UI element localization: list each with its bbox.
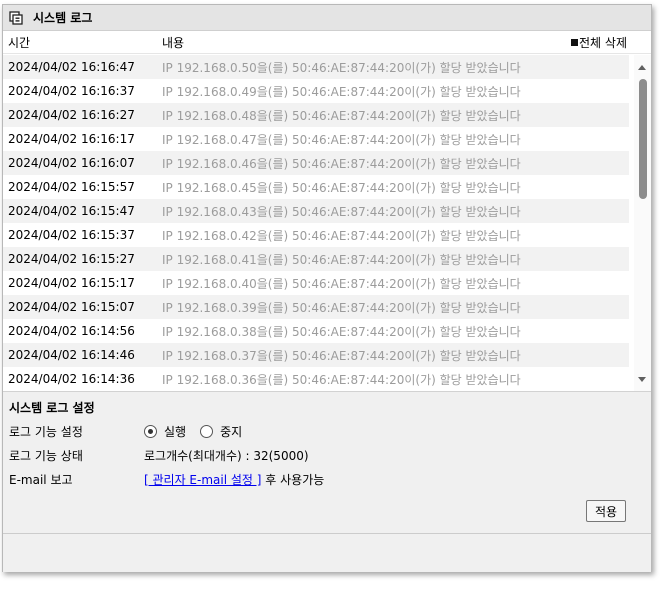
window-stack-icon — [9, 10, 23, 25]
log-time: 2024/04/02 16:15:27 — [8, 252, 135, 266]
scrollbar-thumb[interactable] — [639, 79, 647, 199]
window-title: 시스템 로그 — [33, 11, 93, 25]
log-rows: 2024/04/02 16:16:47 IP 192.168.0.50을(를) 5… — [3, 55, 629, 391]
log-row: 2024/04/02 16:16:17 IP 192.168.0.47을(를) 5… — [3, 127, 629, 151]
status-value: 로그개수(최대개수) : 32(5000) — [144, 449, 309, 463]
log-row: 2024/04/02 16:15:37 IP 192.168.0.42을(를) 5… — [3, 223, 629, 247]
log-message: IP 192.168.0.41을(를) 50:46:AE:87:44:20이(가… — [162, 252, 521, 267]
log-message: IP 192.168.0.50을(를) 50:46:AE:87:44:20이(가… — [162, 60, 521, 75]
log-time: 2024/04/02 16:16:47 — [8, 60, 135, 74]
function-label: 로그 기능 설정 — [9, 425, 83, 439]
log-row: 2024/04/02 16:16:07 IP 192.168.0.46을(를) 5… — [3, 151, 629, 175]
log-row: 2024/04/02 16:16:37 IP 192.168.0.49을(를) 5… — [3, 79, 629, 103]
log-time: 2024/04/02 16:15:47 — [8, 204, 135, 218]
run-radio-label: 실행 — [164, 425, 187, 439]
log-row: 2024/04/02 16:15:07 IP 192.168.0.39을(를) 5… — [3, 295, 629, 319]
stop-radio-label: 중지 — [220, 425, 243, 439]
log-message: IP 192.168.0.42을(를) 50:46:AE:87:44:20이(가… — [162, 228, 521, 243]
log-row: 2024/04/02 16:16:47 IP 192.168.0.50을(를) 5… — [3, 55, 629, 79]
log-time: 2024/04/02 16:16:37 — [8, 84, 135, 98]
stop-radio-circle[interactable] — [200, 425, 214, 438]
log-time: 2024/04/02 16:15:37 — [8, 228, 135, 242]
log-row: 2024/04/02 16:15:57 IP 192.168.0.45을(를) 5… — [3, 175, 629, 199]
delete-all-label: 전체 삭제 — [579, 35, 627, 50]
log-settings-panel: 시스템 로그 설정 로그 기능 설정 실행 중지 로그 기능 상태 로그개수(최… — [3, 391, 651, 572]
log-time: 2024/04/02 16:14:36 — [8, 372, 135, 386]
log-row: 2024/04/02 16:14:56 IP 192.168.0.38을(를) 5… — [3, 319, 629, 343]
log-row: 2024/04/02 16:15:17 IP 192.168.0.40을(를) 5… — [3, 271, 629, 295]
log-message: IP 192.168.0.47을(를) 50:46:AE:87:44:20이(가… — [162, 132, 521, 147]
settings-heading: 시스템 로그 설정 — [9, 401, 95, 415]
email-row: E-mail 보고 [ 관리자 E-mail 설정 ] 후 사용가능 — [9, 471, 324, 488]
stop-radio[interactable]: 중지 — [200, 423, 242, 440]
status-label: 로그 기능 상태 — [9, 449, 83, 463]
log-message: IP 192.168.0.39을(를) 50:46:AE:87:44:20이(가… — [162, 300, 521, 315]
log-message: IP 192.168.0.37을(를) 50:46:AE:87:44:20이(가… — [162, 348, 521, 363]
log-message: IP 192.168.0.38을(를) 50:46:AE:87:44:20이(가… — [162, 324, 521, 339]
triangle-down-icon[interactable] — [638, 377, 646, 382]
status-row: 로그 기능 상태 로그개수(최대개수) : 32(5000) — [9, 447, 309, 464]
log-message: IP 192.168.0.45을(를) 50:46:AE:87:44:20이(가… — [162, 180, 521, 195]
log-scrollbar[interactable] — [634, 55, 651, 391]
function-setting-row: 로그 기능 설정 실행 중지 — [9, 423, 256, 440]
log-time: 2024/04/02 16:15:57 — [8, 180, 135, 194]
system-log-window: 시스템 로그 시간 내용 전체 삭제 2024/04/02 16:16:47 IP… — [2, 4, 652, 572]
log-row: 2024/04/02 16:15:27 IP 192.168.0.41을(를) 5… — [3, 247, 629, 271]
log-message: IP 192.168.0.48을(를) 50:46:AE:87:44:20이(가… — [162, 108, 521, 123]
log-time: 2024/04/02 16:15:07 — [8, 300, 135, 314]
admin-email-settings-link[interactable]: [ 관리자 E-mail 설정 ] — [144, 471, 261, 488]
log-time: 2024/04/02 16:14:46 — [8, 348, 135, 362]
log-message: IP 192.168.0.43을(를) 50:46:AE:87:44:20이(가… — [162, 204, 521, 219]
triangle-up-icon[interactable] — [638, 65, 646, 70]
log-message: IP 192.168.0.40을(를) 50:46:AE:87:44:20이(가… — [162, 276, 521, 291]
log-row: 2024/04/02 16:16:27 IP 192.168.0.48을(를) 5… — [3, 103, 629, 127]
email-suffix: 후 사용가능 — [261, 473, 325, 487]
apply-button[interactable]: 적용 — [586, 500, 626, 522]
log-row: 2024/04/02 16:14:46 IP 192.168.0.37을(를) 5… — [3, 343, 629, 367]
footer-divider — [3, 533, 651, 534]
log-message: IP 192.168.0.49을(를) 50:46:AE:87:44:20이(가… — [162, 84, 521, 99]
log-time: 2024/04/02 16:15:17 — [8, 276, 135, 290]
log-time: 2024/04/02 16:16:17 — [8, 132, 135, 146]
time-column-header: 시간 — [8, 35, 31, 50]
log-time: 2024/04/02 16:16:07 — [8, 156, 135, 170]
square-icon — [571, 39, 579, 46]
log-message: IP 192.168.0.36을(를) 50:46:AE:87:44:20이(가… — [162, 372, 521, 387]
log-row: 2024/04/02 16:15:47 IP 192.168.0.43을(를) 5… — [3, 199, 629, 223]
log-column-header: 시간 내용 전체 삭제 — [3, 31, 651, 54]
log-message: IP 192.168.0.46을(를) 50:46:AE:87:44:20이(가… — [162, 156, 521, 171]
content-column-header: 내용 — [162, 35, 185, 50]
log-time: 2024/04/02 16:16:27 — [8, 108, 135, 122]
email-label: E-mail 보고 — [9, 473, 73, 487]
log-time: 2024/04/02 16:14:56 — [8, 324, 135, 338]
log-row: 2024/04/02 16:14:36 IP 192.168.0.36을(를) 5… — [3, 367, 629, 391]
delete-all-button[interactable]: 전체 삭제 — [571, 34, 627, 51]
run-radio-circle[interactable] — [144, 425, 157, 438]
title-bar: 시스템 로그 — [3, 5, 651, 31]
run-radio[interactable]: 실행 — [144, 423, 186, 440]
log-list: 2024/04/02 16:16:47 IP 192.168.0.50을(를) 5… — [3, 55, 651, 391]
